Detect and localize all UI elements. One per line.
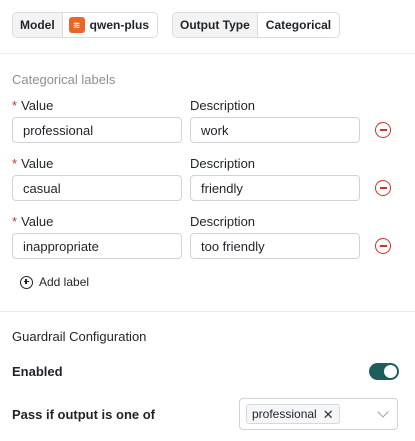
add-label-text: Add label: [39, 275, 90, 289]
pass-values-select[interactable]: professional ✕: [239, 398, 398, 430]
value-input-1[interactable]: [12, 117, 182, 143]
value-label: * Value: [12, 98, 54, 113]
value-label: * Value: [12, 214, 54, 229]
description-label: Description: [190, 156, 256, 171]
enabled-label: Enabled: [12, 364, 63, 379]
selected-tag: professional ✕: [246, 404, 340, 424]
plus-circle-icon: [20, 275, 33, 289]
selected-tag-label: professional: [252, 407, 317, 421]
tag-remove-icon[interactable]: ✕: [323, 408, 334, 421]
pass-if-label: Pass if output is one of: [12, 407, 156, 422]
toggle-knob: [384, 365, 397, 378]
value-input-3[interactable]: [12, 233, 182, 259]
remove-row-3-icon[interactable]: [375, 238, 391, 254]
header-bar: Model ≋ qwen-plus Output Type Categorica…: [0, 0, 415, 54]
description-input-2[interactable]: [190, 175, 360, 201]
categorical-labels-title: Categorical labels: [12, 72, 116, 87]
description-input-1[interactable]: [190, 117, 360, 143]
description-input-3[interactable]: [190, 233, 360, 259]
qwen-logo-icon: ≋: [68, 17, 85, 33]
guardrail-title: Guardrail Configuration: [12, 329, 147, 344]
model-value: qwen-plus: [89, 18, 150, 32]
remove-row-1-icon[interactable]: [375, 122, 391, 138]
output-type-value: Categorical: [265, 18, 332, 32]
model-pill[interactable]: Model ≋ qwen-plus: [12, 12, 159, 38]
output-type-pill[interactable]: Output Type Categorical: [172, 12, 341, 38]
description-label: Description: [190, 98, 256, 113]
chevron-down-icon[interactable]: [377, 406, 389, 418]
remove-row-2-icon[interactable]: [375, 180, 391, 196]
value-label: * Value: [12, 156, 54, 171]
enabled-toggle[interactable]: [369, 363, 399, 380]
add-label-button[interactable]: Add label: [20, 275, 89, 289]
output-type-key: Output Type: [173, 13, 258, 37]
section-divider: [0, 311, 415, 312]
description-label: Description: [190, 214, 256, 229]
model-key: Model: [13, 13, 63, 37]
value-input-2[interactable]: [12, 175, 182, 201]
